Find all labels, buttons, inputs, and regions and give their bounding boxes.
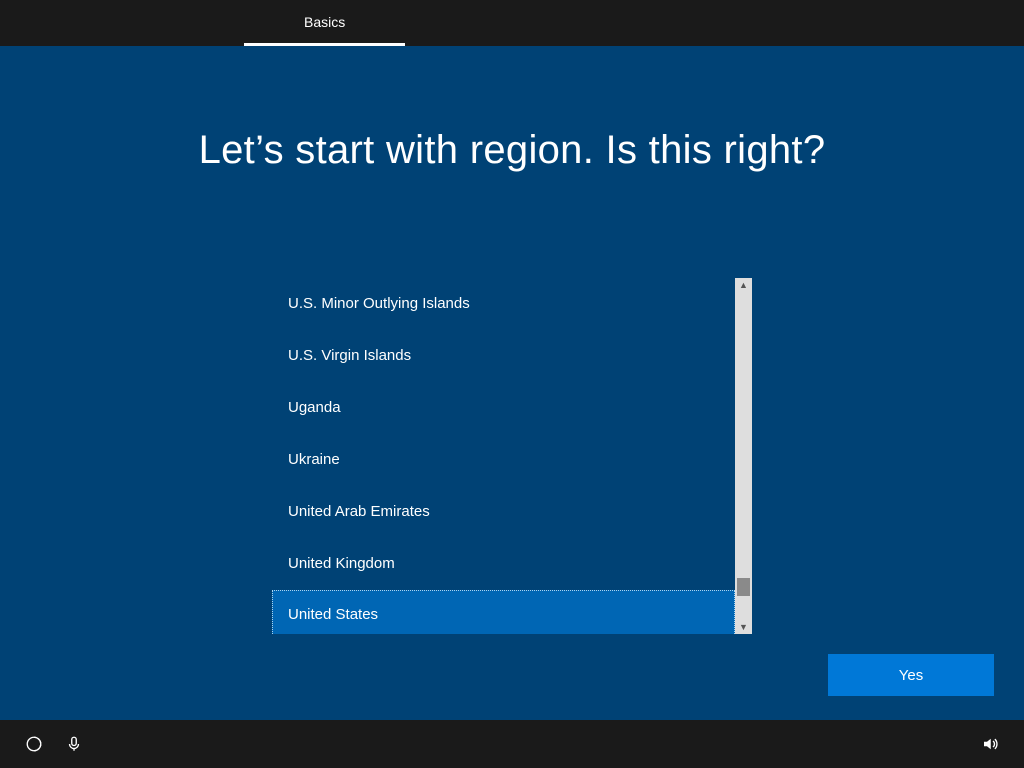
region-item-label: United Arab Emirates (288, 503, 430, 520)
region-item[interactable]: Uganda (272, 382, 735, 434)
region-item-label: U.S. Minor Outlying Islands (288, 295, 470, 312)
region-item[interactable]: Ukraine (272, 434, 735, 486)
region-item[interactable]: United Kingdom (272, 538, 735, 590)
tab-basics[interactable]: Basics (244, 0, 405, 46)
region-item[interactable]: United States (272, 590, 735, 634)
region-list-container: U.S. Minor Outlying Islands U.S. Virgin I… (272, 278, 752, 634)
ease-of-access-icon[interactable] (14, 724, 54, 764)
page-title: Let’s start with region. Is this right? (199, 128, 826, 173)
region-list-scrollbar[interactable]: ▲ ▼ (735, 278, 752, 634)
region-item[interactable]: U.S. Minor Outlying Islands (272, 278, 735, 330)
tab-basics-label: Basics (304, 14, 345, 30)
yes-button-label: Yes (899, 667, 923, 684)
yes-button[interactable]: Yes (828, 654, 994, 696)
region-item-label: Ukraine (288, 451, 340, 468)
oobe-taskbar (0, 720, 1024, 768)
region-item-label: United Kingdom (288, 555, 395, 572)
scroll-down-arrow-icon[interactable]: ▼ (735, 620, 752, 634)
region-item-label: U.S. Virgin Islands (288, 347, 411, 364)
region-item[interactable]: United Arab Emirates (272, 486, 735, 538)
region-item-label: Uganda (288, 399, 341, 416)
region-list[interactable]: U.S. Minor Outlying Islands U.S. Virgin I… (272, 278, 735, 634)
scroll-up-arrow-icon[interactable]: ▲ (735, 278, 752, 292)
main-content: Let’s start with region. Is this right? … (0, 46, 1024, 720)
region-item[interactable]: U.S. Virgin Islands (272, 330, 735, 382)
scroll-thumb[interactable] (737, 578, 750, 596)
step-tabstrip: Basics (0, 0, 1024, 46)
region-item-label: United States (288, 606, 378, 623)
volume-icon[interactable] (970, 724, 1010, 764)
microphone-icon[interactable] (54, 724, 94, 764)
